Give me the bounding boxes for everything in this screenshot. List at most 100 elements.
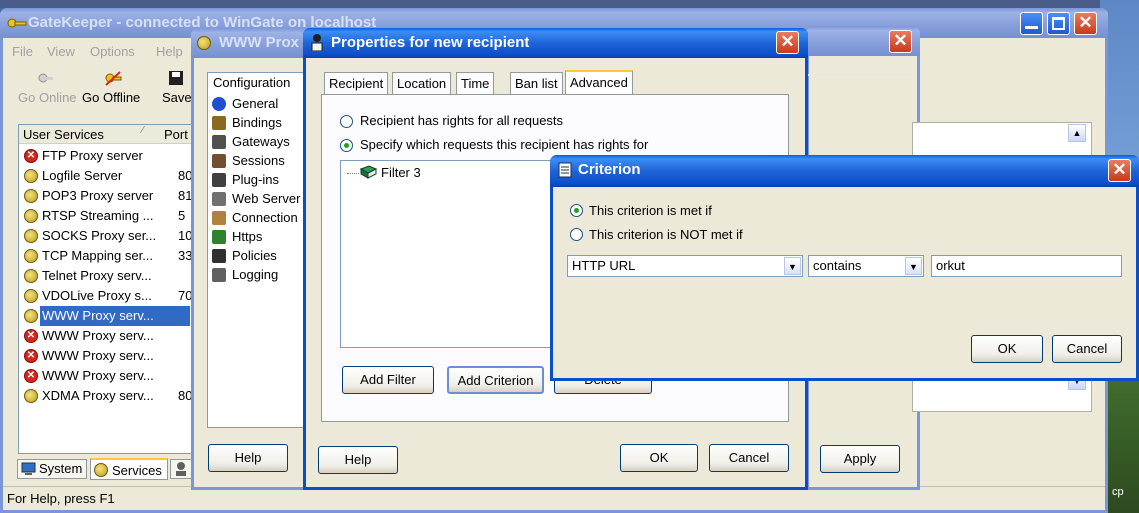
menu-view[interactable]: View	[47, 44, 75, 59]
service-row[interactable]: Logfile Server	[40, 166, 190, 186]
go-offline-button[interactable]: Go Offline	[82, 90, 140, 105]
criterion-title: Criterion	[578, 161, 641, 178]
gateways-icon	[212, 135, 226, 149]
general-icon	[212, 97, 226, 111]
config-item-label: Sessions	[232, 153, 285, 168]
apply-button[interactable]: Apply	[820, 445, 900, 473]
service-row[interactable]: WWW Proxy serv...	[40, 326, 190, 346]
menu-help[interactable]: Help	[156, 44, 183, 59]
service-row[interactable]: TCP Mapping ser...	[40, 246, 190, 266]
service-row[interactable]: POP3 Proxy server	[40, 186, 190, 206]
www-proxy-help-button[interactable]: Help	[208, 444, 288, 472]
tree-item-filter[interactable]: Filter 3	[381, 165, 421, 180]
service-name: XDMA Proxy serv...	[42, 388, 154, 403]
service-status-icon	[24, 189, 38, 203]
properties-cancel-button[interactable]: Cancel	[709, 444, 789, 472]
config-item-gateways[interactable]: Gateways	[212, 132, 290, 151]
service-row[interactable]: RTSP Streaming ...	[40, 206, 190, 226]
service-status-icon	[24, 269, 38, 283]
config-item-connection[interactable]: Connection	[212, 208, 298, 227]
menu-file[interactable]: File	[12, 44, 33, 59]
criterion-value-text: orkut	[936, 258, 965, 273]
back-dialog-close-button[interactable]: ✕	[889, 30, 912, 53]
config-item-logging[interactable]: Logging	[212, 265, 278, 284]
desktop-strip	[0, 0, 1139, 8]
properties-ok-button[interactable]: OK	[620, 444, 698, 472]
maximize-button[interactable]	[1047, 12, 1070, 35]
properties-close-button[interactable]: ✕	[776, 31, 799, 54]
add-filter-button[interactable]: Add Filter	[342, 366, 434, 394]
save-button[interactable]: Save	[162, 90, 192, 105]
go-online-button[interactable]: Go Online	[18, 90, 77, 105]
chevron-down-icon[interactable]: ▼	[784, 257, 801, 275]
radio-specific-requests[interactable]	[340, 139, 353, 152]
chevron-down-icon[interactable]: ▼	[905, 257, 922, 275]
desktop-corner-text: cp	[1112, 486, 1124, 498]
services-tab-icon	[94, 463, 108, 477]
service-status-icon	[24, 289, 38, 303]
service-row[interactable]: WWW Proxy serv...	[40, 366, 190, 386]
config-item-label: Bindings	[232, 115, 282, 130]
service-name: WWW Proxy serv...	[42, 348, 154, 363]
tab-ban-list[interactable]: Ban list	[510, 72, 563, 94]
service-row[interactable]: Telnet Proxy serv...	[40, 266, 190, 286]
criterion-cancel-button[interactable]: Cancel	[1052, 335, 1122, 363]
recipient-icon	[311, 34, 323, 51]
service-row[interactable]: XDMA Proxy serv...	[40, 386, 190, 406]
config-item-sessions[interactable]: Sessions	[212, 151, 285, 170]
service-name: POP3 Proxy server	[42, 188, 154, 203]
config-item-general[interactable]: General	[212, 94, 278, 113]
service-row[interactable]: WWW Proxy serv...	[40, 306, 190, 326]
minimize-button[interactable]	[1020, 12, 1043, 35]
go-offline-icon	[105, 71, 122, 86]
gatekeeper-close-button[interactable]: ✕	[1074, 12, 1097, 35]
www-proxy-title: WWW Prox	[219, 34, 299, 51]
config-item-plugins[interactable]: Plug-ins	[212, 170, 279, 189]
config-item-label: Web Server	[232, 191, 301, 206]
config-item-web-server[interactable]: Web Server	[212, 189, 300, 208]
column-port[interactable]: Port	[164, 127, 188, 142]
service-name: WWW Proxy serv...	[42, 328, 154, 343]
criterion-value-input[interactable]: orkut	[931, 255, 1122, 277]
error-status-icon: ✕	[24, 369, 38, 383]
column-user-services[interactable]: User Services	[23, 127, 104, 142]
config-item-label: General	[232, 96, 279, 111]
go-online-icon	[38, 73, 53, 83]
web-server-icon	[212, 192, 226, 206]
bindings-icon	[212, 116, 226, 130]
service-status-icon	[24, 389, 38, 403]
service-status-icon	[24, 229, 38, 243]
right-pane-scroll-up[interactable]: ▲	[1068, 124, 1086, 142]
field-select[interactable]: HTTP URL ▼	[567, 255, 803, 277]
config-item-https[interactable]: Https	[212, 227, 262, 246]
properties-help-button[interactable]: Help	[318, 446, 398, 474]
tab-services-label: Services	[112, 463, 162, 478]
service-row[interactable]: VDOLive Proxy s...	[40, 286, 190, 306]
tab-advanced[interactable]: Advanced	[565, 70, 633, 95]
service-row[interactable]: SOCKS Proxy ser...	[40, 226, 190, 246]
config-item-policies[interactable]: Policies	[212, 246, 277, 265]
logging-icon	[212, 268, 226, 282]
menu-options[interactable]: Options	[90, 44, 135, 59]
criterion-close-button[interactable]: ✕	[1108, 159, 1131, 182]
radio-criterion-met-label: This criterion is met if	[589, 203, 712, 218]
criterion-ok-button[interactable]: OK	[971, 335, 1043, 363]
radio-criterion-not-met[interactable]	[570, 228, 583, 241]
criterion-titlebar[interactable]: Criterion	[550, 155, 1139, 187]
field-select-value: HTTP URL	[572, 258, 636, 273]
add-criterion-button[interactable]: Add Criterion	[447, 366, 544, 394]
policies-icon	[212, 249, 226, 263]
radio-all-requests[interactable]	[340, 115, 353, 128]
filter-tree[interactable]	[340, 160, 560, 348]
service-row[interactable]: WWW Proxy serv...	[40, 346, 190, 366]
radio-criterion-met[interactable]	[570, 204, 583, 217]
error-status-icon: ✕	[24, 329, 38, 343]
tab-location[interactable]: Location	[392, 72, 452, 94]
config-item-bindings[interactable]: Bindings	[212, 113, 282, 132]
tab-recipient[interactable]: Recipient	[324, 72, 389, 94]
properties-titlebar[interactable]: Properties for new recipient	[303, 28, 808, 58]
service-row[interactable]: FTP Proxy server	[40, 146, 190, 166]
tab-time[interactable]: Time	[456, 72, 495, 94]
config-item-label: Plug-ins	[232, 172, 279, 187]
operator-select[interactable]: contains ▼	[808, 255, 924, 277]
